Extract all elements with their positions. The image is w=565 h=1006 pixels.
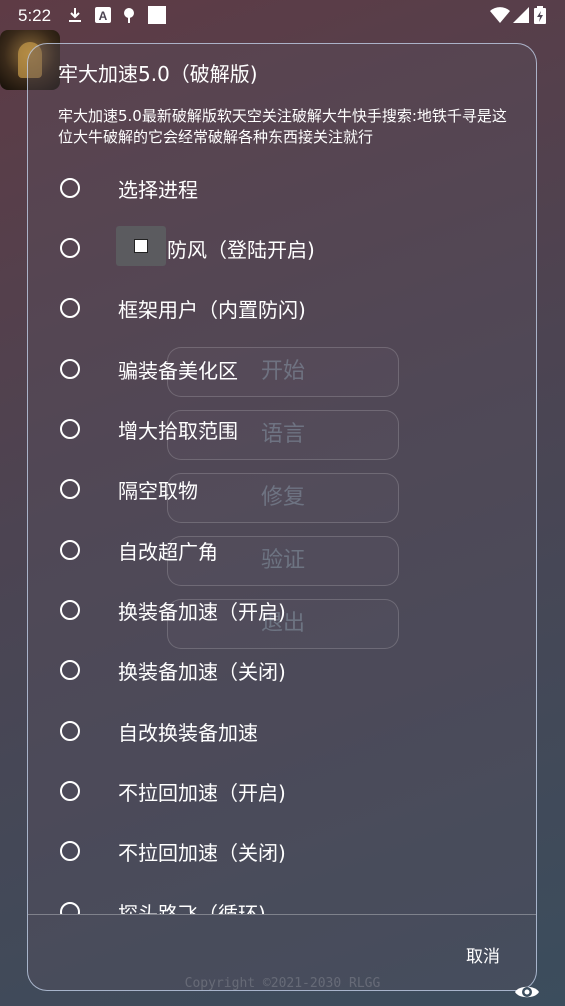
- list-item[interactable]: 自改超广角: [28, 522, 536, 582]
- item-label: 自改换装备加速: [118, 721, 258, 745]
- list-item[interactable]: 防风（登陆开启): [28, 220, 536, 280]
- list-item[interactable]: 骗装备美化区: [28, 341, 536, 401]
- a-icon: A: [95, 7, 111, 23]
- list-item[interactable]: 探头路飞（循环): [28, 884, 536, 914]
- item-label: 骗装备美化区: [118, 359, 238, 383]
- radio-button[interactable]: [60, 479, 80, 499]
- dialog-message: 牢大加速5.0最新破解版软天空关注破解大牛快手搜索:地铁千寻是这位大牛破解的它会…: [58, 107, 507, 146]
- list-item[interactable]: 自改换装备加速: [28, 703, 536, 763]
- svg-text:A: A: [99, 9, 108, 23]
- radio-button[interactable]: [60, 902, 80, 914]
- item-label: 防风（登陆开启): [167, 238, 315, 262]
- option-list[interactable]: 选择进程 防风（登陆开启) 框架用户（内置防闪) 骗装备美化区 增大拾取范围 隔…: [28, 160, 536, 914]
- item-label: 增大拾取范围: [118, 419, 238, 443]
- list-item[interactable]: 换装备加速（关闭): [28, 642, 536, 702]
- list-item[interactable]: 不拉回加速（开启): [28, 763, 536, 823]
- cancel-button[interactable]: 取消: [466, 942, 500, 967]
- item-label: 选择进程: [118, 178, 198, 202]
- list-item[interactable]: 换装备加速（开启): [28, 582, 536, 642]
- item-label: 换装备加速（关闭): [118, 660, 286, 684]
- download-icon: [69, 8, 81, 22]
- status-time: 5:22: [18, 6, 52, 25]
- radio-button[interactable]: [60, 238, 80, 258]
- radio-button[interactable]: [60, 600, 80, 620]
- list-item[interactable]: 不拉回加速（关闭): [28, 823, 536, 883]
- item-label: 隔空取物: [118, 479, 198, 503]
- battery-icon: [534, 6, 546, 24]
- square-icon: [148, 6, 166, 24]
- list-item[interactable]: 增大拾取范围: [28, 401, 536, 461]
- radio-button[interactable]: [60, 540, 80, 560]
- vpn-key-icon: [124, 8, 134, 23]
- list-item[interactable]: 隔空取物: [28, 461, 536, 521]
- list-item[interactable]: 选择进程: [28, 160, 536, 220]
- radio-button[interactable]: [60, 359, 80, 379]
- radio-button[interactable]: [60, 178, 80, 198]
- eye-icon[interactable]: [514, 982, 540, 1002]
- floating-window-button[interactable]: [116, 226, 166, 266]
- item-label: 换装备加速（开启): [118, 600, 286, 624]
- item-label: 不拉回加速（关闭): [118, 841, 286, 865]
- item-label: 探头路飞（循环): [118, 902, 266, 914]
- selection-dialog: 牢大加速5.0（破解版) 牢大加速5.0最新破解版软天空关注破解大牛快手搜索:地…: [27, 43, 537, 991]
- radio-button[interactable]: [60, 721, 80, 741]
- radio-button[interactable]: [60, 781, 80, 801]
- item-label: 框架用户（内置防闪): [118, 298, 306, 322]
- item-label: 不拉回加速（开启): [118, 781, 286, 805]
- radio-button[interactable]: [60, 660, 80, 680]
- wifi-icon: [490, 7, 510, 23]
- square-icon: [134, 239, 148, 253]
- list-item[interactable]: 框架用户（内置防闪): [28, 280, 536, 340]
- item-label: 自改超广角: [118, 540, 218, 564]
- dialog-divider: [28, 914, 536, 915]
- radio-button[interactable]: [60, 419, 80, 439]
- radio-button[interactable]: [60, 841, 80, 861]
- dialog-title: 牢大加速5.0（破解版): [58, 62, 258, 86]
- radio-button[interactable]: [60, 298, 80, 318]
- signal-icon: [513, 7, 529, 23]
- status-bar: 5:22 A: [0, 0, 565, 32]
